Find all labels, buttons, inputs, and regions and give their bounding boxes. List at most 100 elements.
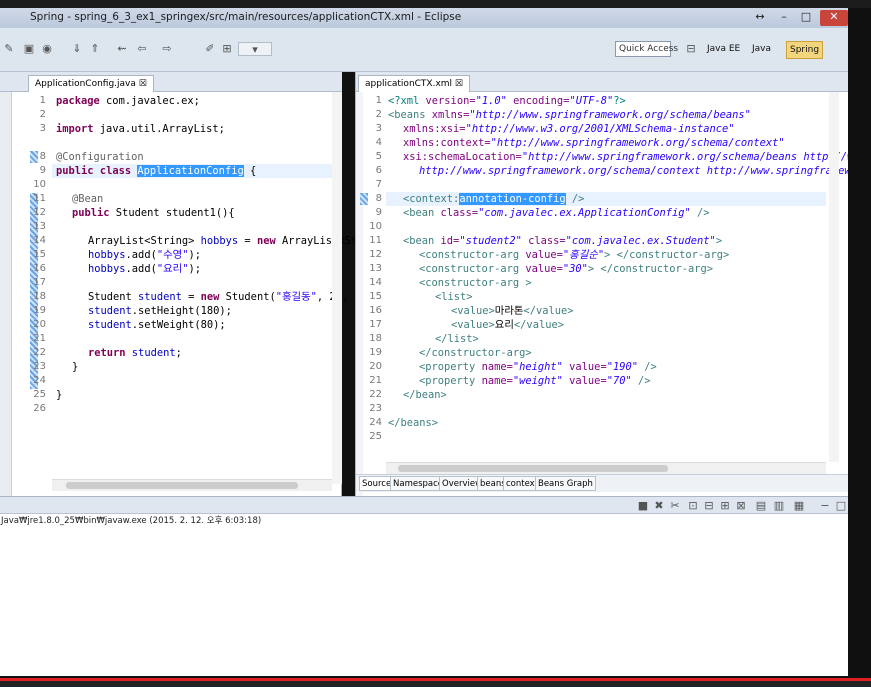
xml-line-6[interactable]: http://www.springframework.org/schema/co… — [419, 164, 871, 178]
perspective-java[interactable]: Java — [749, 41, 774, 59]
line-number: 24 — [33, 375, 46, 386]
tab-applicationconfig-java[interactable]: ApplicationConfig.java ☒ — [28, 75, 154, 92]
java-line-24[interactable]: } — [72, 360, 78, 374]
toolbar-combo[interactable]: ▾ — [238, 42, 272, 56]
globe-icon[interactable]: ◉ — [40, 42, 54, 56]
line-number: 20 — [33, 319, 46, 330]
quick-access-input[interactable]: Quick Access — [615, 41, 678, 57]
maximize-button[interactable]: □ — [796, 10, 816, 26]
line-number: 5 — [375, 151, 382, 162]
remove-all-icon[interactable]: ✂ — [668, 499, 682, 513]
java-line-22[interactable]: return student; — [88, 346, 182, 360]
xml-line-4[interactable]: xmlns:context="http://www.springframewor… — [403, 136, 785, 150]
xml-line-21[interactable]: <property name="weight" value="70" /> — [419, 374, 651, 388]
perspective-java-ee[interactable]: Java EE — [704, 41, 743, 59]
window-title: Spring - spring_6_3_ex1_springex/src/mai… — [30, 11, 462, 23]
xml-line-1[interactable]: <?xml version="1.0" encoding="UTF-8"?> — [388, 94, 626, 108]
line-number: 10 — [369, 221, 382, 232]
main-toolbar: ✎ ▣ ◉ ⇓ ⇑ ⇜ ⇦ ⇨ ✐ ⊞ ▾ Quick Access ⊟ Jav… — [0, 28, 848, 72]
java-line-9[interactable]: public class ApplicationConfig { — [56, 164, 256, 178]
window-titlebar: Spring - spring_6_3_ex1_springex/src/mai… — [0, 8, 848, 28]
java-line-11[interactable]: @Bean — [72, 192, 103, 206]
xml-line-2[interactable]: <beans xmlns="http://www.springframework… — [388, 108, 751, 122]
perspective-spring[interactable]: Spring — [786, 41, 824, 59]
java-vertical-scrollbar[interactable] — [332, 92, 342, 484]
xml-line-17[interactable]: <value>요리</value> — [451, 318, 564, 332]
java-line-3[interactable]: import java.util.ArrayList; — [56, 122, 225, 136]
new-console-icon[interactable]: ▦ — [792, 499, 806, 513]
line-number: 14 — [369, 277, 382, 288]
tab-beans-graph[interactable]: Beans Graph — [535, 476, 596, 491]
tab-applicationctx-xml[interactable]: applicationCTX.xml ☒ — [358, 75, 470, 92]
xml-line-13[interactable]: <constructor-arg value="30"> </construct… — [419, 262, 713, 276]
xml-editor-tabbar: applicationCTX.xml ☒ — [356, 72, 849, 92]
xml-line-14[interactable]: <constructor-arg > — [419, 276, 532, 290]
pin-console-icon[interactable]: ⊞ — [718, 499, 732, 513]
scroll-thumb[interactable] — [66, 482, 298, 489]
minimize-view-icon[interactable]: − — [818, 499, 832, 513]
java-line-20[interactable]: student.setWeight(80); — [88, 318, 226, 332]
xml-line-24[interactable]: </beans> — [388, 416, 438, 430]
close-button[interactable]: ✕ — [820, 10, 848, 26]
remove-launch-icon[interactable]: ✖ — [652, 499, 666, 513]
java-line-25[interactable]: } — [56, 388, 62, 402]
console-output[interactable] — [0, 526, 848, 676]
xml-vertical-scrollbar[interactable] — [829, 92, 839, 462]
prev-annotation-icon[interactable]: ⇑ — [88, 42, 102, 56]
java-editor-tabbar: ApplicationConfig.java ☒ — [0, 72, 342, 92]
java-line-16[interactable]: hobbys.add("요리"); — [88, 262, 201, 276]
scroll-thumb[interactable] — [398, 465, 668, 472]
xml-line-18[interactable]: </list> — [435, 332, 479, 346]
console-launch-info: Java₩jre1.8.0_25₩bin₩javaw.exe (2015. 2.… — [0, 514, 848, 526]
line-number: 10 — [33, 179, 46, 190]
xml-line-16[interactable]: <value>마라톤</value> — [451, 304, 574, 318]
line-number: 1 — [39, 95, 46, 106]
display-console-icon[interactable]: ▥ — [772, 499, 786, 513]
terminate-icon[interactable]: ■ — [636, 499, 650, 513]
xml-line-3[interactable]: xmlns:xsi="http://www.w3.org/2001/XMLSch… — [403, 122, 735, 136]
xml-line-15[interactable]: <list> — [435, 290, 473, 304]
java-line-12[interactable]: public Student student1(){ — [72, 206, 235, 220]
xml-line-19[interactable]: </constructor-arg> — [419, 346, 532, 360]
pen-icon[interactable]: ✐ — [203, 42, 217, 56]
maximize-view-icon[interactable]: □ — [834, 499, 848, 513]
xml-line-9[interactable]: <bean class="com.javalec.ex.ApplicationC… — [403, 206, 710, 220]
xml-horizontal-scrollbar[interactable] — [386, 462, 826, 474]
open-folder-icon[interactable]: ▣ — [22, 42, 36, 56]
java-line-18[interactable]: Student student = new Student("홍길동", 20,… — [88, 290, 373, 304]
line-number: 13 — [369, 263, 382, 274]
xml-line-12[interactable]: <constructor-arg value="홍길순"> </construc… — [419, 248, 729, 262]
java-line-19[interactable]: student.setHeight(180); — [88, 304, 232, 318]
pin-icon[interactable]: ✎ — [2, 42, 16, 56]
xml-line-8[interactable]: <context:annotation-config /> — [403, 192, 584, 206]
xml-line-20[interactable]: <property name="height" value="190" /> — [419, 360, 657, 374]
xml-line-5[interactable]: xsi:schemaLocation="http://www.springfra… — [403, 150, 871, 164]
forward-icon[interactable]: ⇨ — [160, 42, 174, 56]
line-number: 8 — [39, 151, 46, 162]
line-number: 21 — [369, 375, 382, 386]
console-toolbar: ■ ✖ ✂ ⊡ ⊟ ⊞ ⊠ ▤ ▥ ▦ − □ — [0, 496, 848, 514]
open-perspective-icon[interactable]: ⊟ — [684, 42, 698, 56]
minimize-button[interactable]: – — [774, 10, 794, 26]
last-edit-icon[interactable]: ⇜ — [115, 42, 129, 56]
back-icon[interactable]: ⇦ — [135, 42, 149, 56]
line-number: 25 — [33, 389, 46, 400]
tab-source[interactable]: Source — [359, 476, 395, 491]
clear-console-icon[interactable]: ⊡ — [686, 499, 700, 513]
scroll-lock-icon[interactable]: ⊟ — [702, 499, 716, 513]
line-number: 13 — [33, 221, 46, 232]
line-number: 19 — [369, 347, 382, 358]
java-horizontal-scrollbar[interactable] — [52, 479, 332, 491]
right-dark-border — [848, 8, 871, 687]
open-console-icon[interactable]: ▤ — [754, 499, 768, 513]
word-wrap-icon[interactable]: ⊠ — [734, 499, 748, 513]
xml-line-22[interactable]: </bean> — [403, 388, 447, 402]
xml-line-11[interactable]: <bean id="student2" class="com.javalec.e… — [403, 234, 722, 248]
next-annotation-icon[interactable]: ⇓ — [70, 42, 84, 56]
grid-icon[interactable]: ⊞ — [220, 42, 234, 56]
java-line-1[interactable]: package com.javalec.ex; — [56, 94, 200, 108]
selected-text: annotation-config — [459, 193, 566, 205]
java-line-15[interactable]: hobbys.add("수영"); — [88, 248, 201, 262]
restore-icon[interactable]: ↔ — [750, 10, 770, 26]
java-line-8[interactable]: @Configuration — [56, 150, 144, 164]
